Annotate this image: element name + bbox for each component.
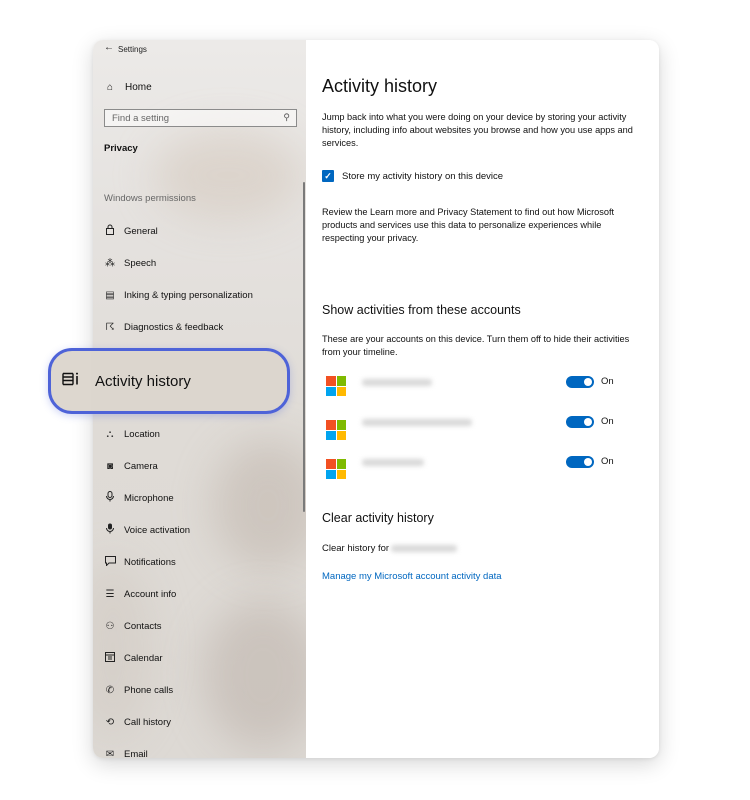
store-history-checkbox[interactable]: ✓ — [322, 170, 334, 182]
sidebar-item-phone-calls[interactable]: ✆ Phone calls — [104, 683, 173, 697]
account-toggle[interactable] — [566, 416, 594, 428]
sidebar-item-location[interactable]: ⛬ Location — [104, 427, 160, 441]
location-icon: ⛬ — [106, 428, 114, 440]
microphone-icon — [104, 491, 116, 505]
sidebar-item-label: Contacts — [124, 620, 162, 632]
sidebar-item-label: Location — [124, 428, 160, 440]
window-title: Settings — [118, 45, 147, 54]
sidebar-item-speech[interactable]: ⁂ Speech — [104, 256, 156, 270]
voice-activation-icon — [104, 523, 116, 537]
search-box[interactable]: Find a setting ⚲ — [104, 109, 297, 127]
sidebar-item-label: Speech — [124, 257, 157, 269]
back-arrow-icon[interactable]: ← — [104, 42, 114, 53]
camera-icon: ◙ — [106, 460, 114, 472]
home-link[interactable]: ⌂ Home — [104, 80, 152, 94]
account-email-redacted — [391, 545, 458, 552]
microsoft-logo-icon — [326, 459, 346, 479]
sidebar-item-label: Phone calls — [124, 684, 174, 696]
activity-history-icon — [61, 371, 81, 391]
email-icon: ✉ — [105, 748, 115, 759]
intro-text: Jump back into what you were doing on yo… — [322, 112, 633, 148]
toggle-label: On — [601, 376, 614, 387]
account-row: On — [322, 376, 622, 400]
section-title: Privacy — [104, 143, 138, 154]
sidebar-scrollbar[interactable] — [303, 182, 305, 512]
toggle-label: On — [601, 416, 614, 427]
sidebar-item-general[interactable]: General — [104, 224, 158, 238]
sidebar-item-label: Account info — [124, 588, 177, 600]
lock-icon — [104, 224, 116, 238]
microsoft-logo-icon — [326, 376, 346, 396]
sidebar-item-label: Camera — [124, 460, 158, 472]
sidebar-item-label: Microphone — [124, 492, 174, 504]
sidebar-item-account-info[interactable]: ☰ Account info — [104, 587, 177, 601]
clear-for-label: Clear history for — [322, 543, 390, 554]
account-email-redacted — [362, 379, 432, 386]
sidebar-item-diagnostics[interactable]: ☈ Diagnostics & feedback — [104, 320, 224, 334]
clear-heading: Clear activity history — [322, 511, 434, 525]
sidebar-item-email[interactable]: ✉ Email — [104, 747, 148, 759]
account-toggle[interactable] — [566, 456, 594, 468]
sidebar-item-notifications[interactable]: Notifications — [104, 555, 176, 569]
inking-icon: ▤ — [105, 289, 115, 301]
speech-icon: ⁂ — [105, 257, 115, 269]
clear-history-row: Clear history for — [322, 543, 458, 554]
manage-activity-link[interactable]: Manage my Microsoft account activity dat… — [322, 571, 502, 582]
sidebar-item-label: Diagnostics & feedback — [124, 321, 224, 333]
sidebar-item-calendar[interactable]: Calendar — [104, 651, 163, 665]
home-icon: ⌂ — [106, 81, 114, 93]
accounts-description: These are your accounts on this device. … — [322, 334, 630, 357]
search-placeholder: Find a setting — [112, 112, 170, 124]
account-info-icon: ☰ — [105, 588, 115, 600]
sidebar-item-label: Inking & typing personalization — [124, 289, 253, 301]
account-row: On — [322, 416, 622, 440]
notifications-icon — [104, 555, 116, 569]
search-icon[interactable]: ⚲ — [283, 112, 290, 123]
sidebar-item-contacts[interactable]: ⚇ Contacts — [104, 619, 162, 633]
sidebar-item-microphone[interactable]: Microphone — [104, 491, 174, 505]
sidebar-item-call-history[interactable]: ⟲ Call history — [104, 715, 171, 729]
account-row: On — [322, 456, 622, 480]
sidebar-item-label: Email — [124, 748, 148, 759]
call-history-icon: ⟲ — [105, 716, 115, 728]
toggle-label: On — [601, 456, 614, 467]
microsoft-logo-icon — [326, 420, 346, 440]
sidebar-item-camera[interactable]: ◙ Camera — [104, 459, 158, 473]
contacts-icon: ⚇ — [105, 620, 115, 632]
sidebar-item-inking[interactable]: ▤ Inking & typing personalization — [104, 288, 253, 302]
calendar-icon — [104, 651, 116, 665]
sidebar-item-activity-history[interactable]: Activity history — [48, 348, 290, 414]
page-title: Activity history — [322, 76, 438, 96]
sidebar-item-voice-activation[interactable]: Voice activation — [104, 523, 190, 537]
sidebar-item-label: Notifications — [124, 556, 176, 568]
store-history-option[interactable]: ✓ Store my activity history on this devi… — [322, 170, 503, 182]
account-email-redacted — [362, 419, 472, 426]
diagnostics-icon: ☈ — [105, 321, 115, 333]
sidebar-item-label: Activity history — [95, 372, 191, 390]
account-toggle[interactable] — [566, 376, 594, 388]
accounts-heading: Show activities from these accounts — [322, 303, 521, 317]
home-label: Home — [125, 81, 152, 93]
titlebar: ← Settings — [93, 40, 306, 60]
review-text: Review the Learn more and Privacy Statem… — [322, 207, 615, 243]
store-history-label: Store my activity history on this device — [342, 170, 504, 182]
sidebar-item-label: Voice activation — [124, 524, 191, 536]
permissions-header: Windows permissions — [104, 193, 196, 204]
sidebar-item-label: General — [124, 225, 158, 237]
phone-icon: ✆ — [105, 684, 115, 696]
main-content: Activity history Jump back into what you… — [306, 40, 659, 758]
account-email-redacted — [362, 459, 424, 466]
sidebar-item-label: Calendar — [124, 652, 163, 664]
sidebar-item-label: Call history — [124, 716, 171, 728]
